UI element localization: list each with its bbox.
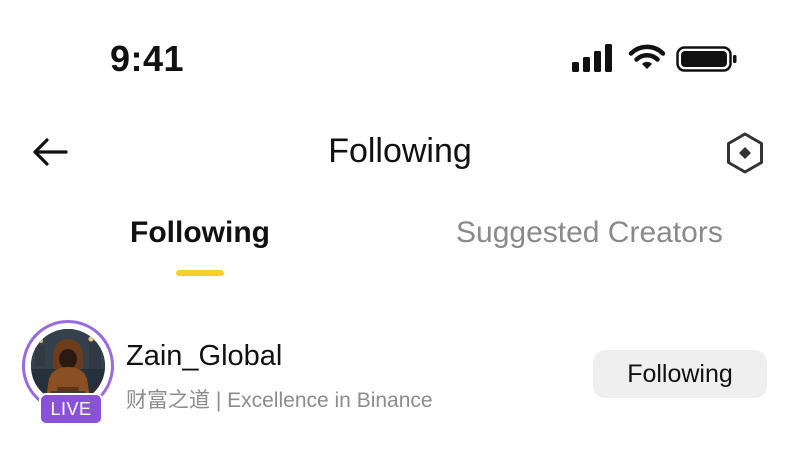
settings-button[interactable]: [722, 130, 768, 176]
following-list: LIVE Zain_Global 财富之道 | Excellence in Bi…: [0, 318, 800, 450]
list-item[interactable]: LIVE Zain_Global 财富之道 | Excellence in Bi…: [0, 318, 800, 428]
tab-following[interactable]: Following: [130, 216, 270, 250]
page-title: Following: [328, 132, 472, 170]
avatar-image: [31, 329, 105, 403]
live-badge: LIVE: [39, 393, 103, 425]
following-button[interactable]: Following: [593, 350, 767, 398]
username[interactable]: Zain_Global: [126, 340, 282, 373]
avatar-container[interactable]: LIVE: [22, 320, 120, 425]
avatar: [31, 329, 105, 403]
user-bio: 财富之道 | Excellence in Binance: [126, 389, 433, 412]
following-screen: 9:41 Following Following Suggested Creat…: [0, 0, 800, 450]
tab-bar: Following Suggested Creators: [0, 210, 800, 290]
active-tab-indicator: [176, 270, 224, 276]
signal-icon: [572, 44, 612, 72]
status-icons: [572, 44, 742, 74]
status-time: 9:41: [110, 38, 185, 79]
battery-icon: [676, 46, 737, 72]
status-bar: 9:41: [0, 0, 800, 110]
hexagon-settings-icon: [727, 132, 763, 174]
tab-suggested-creators[interactable]: Suggested Creators: [456, 216, 723, 250]
header: Following: [0, 120, 800, 184]
wifi-icon: [628, 44, 666, 69]
